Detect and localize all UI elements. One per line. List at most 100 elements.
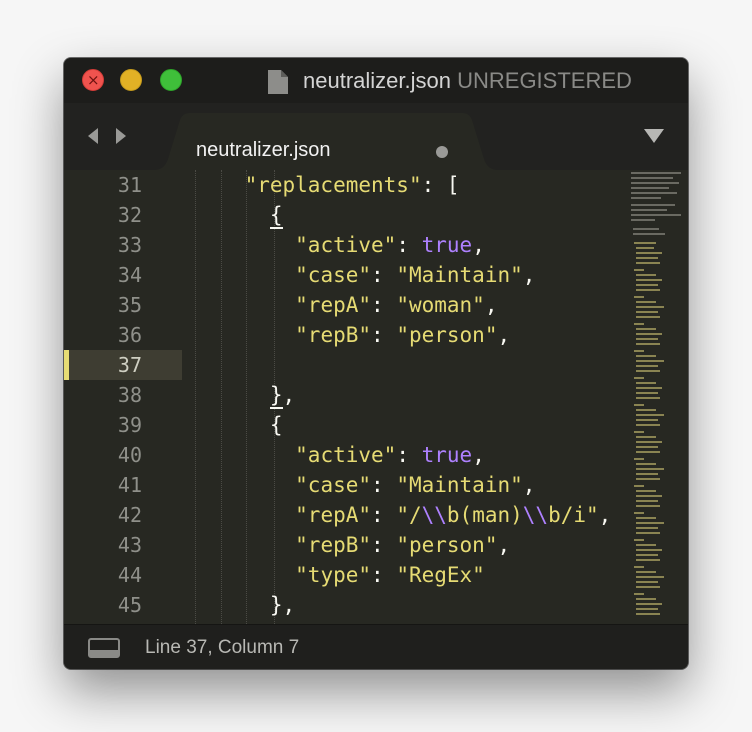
- tab-neutralizer-json[interactable]: neutralizer.json: [154, 113, 498, 170]
- code-token: "replacements": [244, 173, 422, 197]
- chevron-left-icon[interactable]: [86, 127, 100, 145]
- panel-toggle-icon[interactable]: [88, 638, 120, 658]
- minimap[interactable]: [630, 170, 688, 624]
- file-icon: [268, 70, 288, 94]
- line-number: 38: [117, 383, 142, 407]
- code-token: "woman": [396, 293, 485, 317]
- code-line[interactable]: "case": "Maintain",: [194, 260, 688, 290]
- code-token: {: [269, 203, 283, 229]
- line-number: 42: [117, 503, 142, 527]
- maximize-window-button[interactable]: [160, 69, 182, 91]
- code-token: true: [421, 233, 473, 257]
- code-token: ,: [522, 263, 536, 287]
- title-bar: × neutralizer.json UNREGISTERED: [64, 58, 688, 103]
- line-number: 40: [117, 443, 142, 467]
- code-token: "person": [396, 533, 498, 557]
- code-token: "person": [396, 323, 498, 347]
- code-token: ,: [497, 533, 511, 557]
- code-token: "repA": [295, 503, 372, 527]
- line-number: 37: [117, 353, 142, 377]
- status-bar: Line 37, Column 7: [64, 624, 688, 669]
- code-line[interactable]: "active": true,: [194, 440, 688, 470]
- line-number: 43: [117, 533, 142, 557]
- code-line[interactable]: [194, 350, 688, 380]
- registration-status: UNREGISTERED: [457, 68, 632, 93]
- editor-window: × neutralizer.json UNREGISTERED neutrali…: [64, 58, 688, 669]
- code-token: {: [269, 413, 283, 437]
- line-number: 34: [117, 263, 142, 287]
- code-line[interactable]: "type": "RegEx": [194, 560, 688, 590]
- code-token: "RegEx": [396, 563, 485, 587]
- code-token: "repA": [295, 293, 372, 317]
- code-token: :: [371, 323, 397, 347]
- code-token: "case": [295, 263, 372, 287]
- code-token: ,: [282, 383, 296, 407]
- code-line[interactable]: "case": "Maintain",: [194, 470, 688, 500]
- window-title: neutralizer.json UNREGISTERED: [303, 68, 632, 94]
- line-number: 41: [117, 473, 142, 497]
- code-line[interactable]: "repA": "woman",: [194, 290, 688, 320]
- minimize-window-button[interactable]: [120, 69, 142, 91]
- code-token: \\: [421, 503, 447, 527]
- code-editor[interactable]: 31 32 33 34 35 36 37 38 39 40 41 42 43 44 45 "replacem…: [64, 170, 688, 624]
- line-number: 44: [117, 563, 142, 587]
- code-line[interactable]: "active": true,: [194, 230, 688, 260]
- code-token: b/i": [548, 503, 599, 527]
- line-number-gutter: 31 32 33 34 35 36 37 38 39 40 41 42 43 44 45: [64, 170, 182, 624]
- code-token: "Maintain": [396, 473, 523, 497]
- code-line[interactable]: "replacements": [: [194, 170, 688, 200]
- code-token: ,: [598, 503, 612, 527]
- tab-label: neutralizer.json: [196, 139, 331, 161]
- code-token: "type": [295, 563, 372, 587]
- code-token: ,: [472, 443, 485, 467]
- code-token: }: [269, 593, 283, 617]
- code-token: "case": [295, 473, 372, 497]
- code-line[interactable]: },: [194, 380, 688, 410]
- code-token: :: [371, 533, 397, 557]
- code-token: "active": [295, 443, 397, 467]
- line-number: 31: [117, 173, 142, 197]
- code-line[interactable]: },: [194, 590, 688, 620]
- code-line[interactable]: {: [194, 200, 688, 230]
- code-token: b(man): [446, 503, 523, 527]
- code-token: ,: [282, 593, 296, 617]
- line-number: 36: [117, 323, 142, 347]
- code-line[interactable]: {: [194, 410, 688, 440]
- code-token: :: [371, 293, 397, 317]
- triangle-down-icon[interactable]: [643, 128, 665, 144]
- code-token: :: [371, 563, 397, 587]
- code-token: : [: [421, 173, 460, 197]
- code-line[interactable]: "repA": "/\\b(man)\\b/i",: [194, 500, 688, 530]
- close-window-button[interactable]: ×: [82, 69, 104, 91]
- code-token: :: [396, 233, 422, 257]
- line-number: 39: [117, 413, 142, 437]
- code-token: "repB": [295, 533, 372, 557]
- code-line[interactable]: "repB": "person",: [194, 530, 688, 560]
- code-token: true: [421, 443, 473, 467]
- line-number: 45: [117, 593, 142, 617]
- code-line[interactable]: "repB": "person",: [194, 320, 688, 350]
- window-title-file: neutralizer.json: [303, 68, 451, 93]
- cursor-position: Line 37, Column 7: [145, 637, 300, 658]
- code-token: ,: [484, 293, 498, 317]
- tab-bar: neutralizer.json: [64, 103, 688, 170]
- code-token: :: [371, 503, 397, 527]
- line-number: 35: [117, 293, 142, 317]
- unsaved-dot-icon[interactable]: [436, 146, 448, 158]
- code-token: \\: [522, 503, 549, 527]
- chevron-right-icon[interactable]: [114, 127, 128, 145]
- code-token: :: [371, 473, 397, 497]
- close-icon: ×: [87, 71, 100, 89]
- code-token: "active": [295, 233, 397, 257]
